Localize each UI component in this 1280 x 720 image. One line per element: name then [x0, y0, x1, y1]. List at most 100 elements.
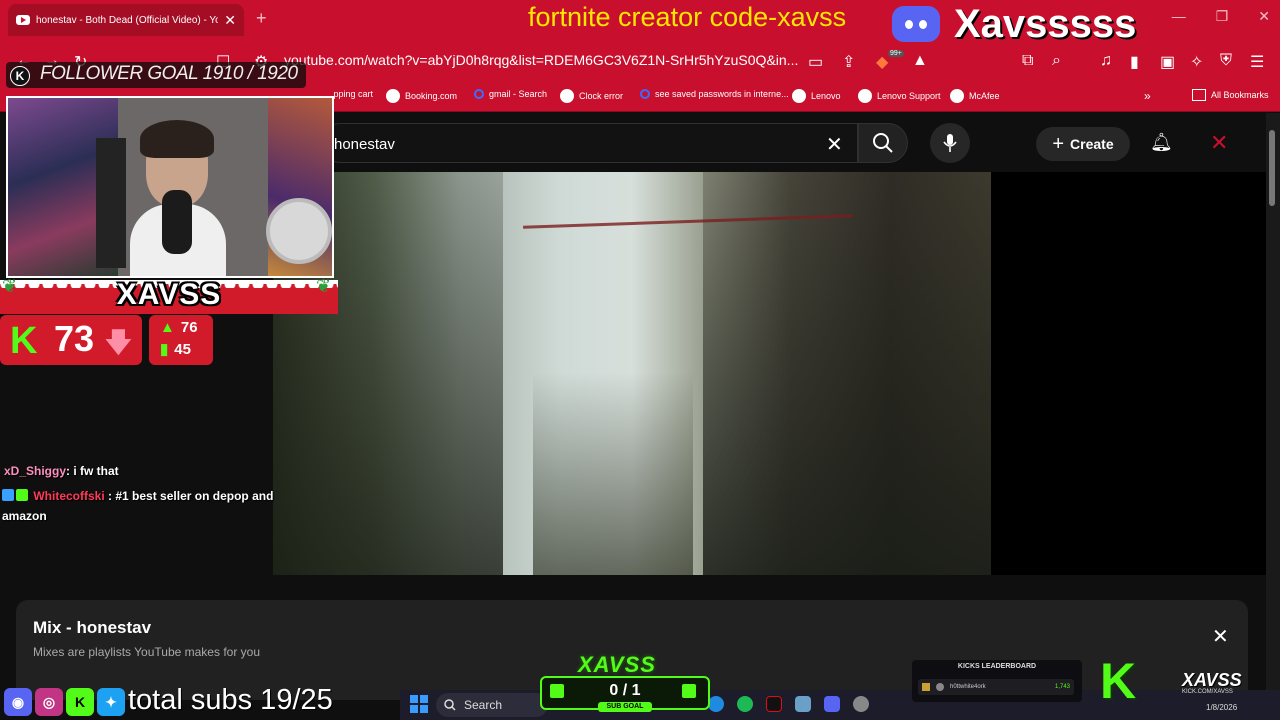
leo-ai-icon[interactable]: ✧ [1190, 52, 1203, 72]
sub-goal-label: SUB GOAL [598, 702, 652, 712]
bookmark-item[interactable]: see saved passwords in interne... [640, 89, 789, 99]
more-bookmarks-icon[interactable]: » [1144, 89, 1151, 103]
kick-channel-url: KICK.COM/XAVSS [1182, 689, 1233, 695]
taskbar-date: 1/8/2026 [1206, 703, 1238, 712]
tab-title: honestav - Both Dead (Official Video) - … [36, 14, 219, 26]
globe-icon [950, 89, 964, 103]
bookmark-item[interactable]: Lenovo Support [858, 89, 941, 103]
windows-start-icon[interactable] [410, 695, 428, 713]
follower-total-value: 45 [174, 341, 191, 358]
down-arrow-icon: 🡇 [104, 327, 133, 358]
video-frame-shade [703, 172, 991, 575]
bar-chart-icon: ▮ [160, 341, 169, 358]
microphone-icon [943, 134, 957, 152]
rewards-icon[interactable]: ▲ [912, 52, 928, 70]
folder-icon [1192, 89, 1206, 101]
sidebar-icon[interactable]: ▮ [1130, 52, 1139, 72]
bookmark-item[interactable]: Lenovo [792, 89, 841, 103]
file-explorer-icon[interactable] [795, 696, 811, 712]
globe-icon [560, 89, 574, 103]
clear-search-icon[interactable]: ✕ [826, 132, 843, 157]
microphone [162, 190, 192, 254]
search-input[interactable] [320, 123, 858, 163]
bookmark-label: Lenovo Support [877, 91, 941, 101]
browser-tab[interactable]: honestav - Both Dead (Official Video) - … [8, 4, 244, 36]
plus-icon: + [1052, 132, 1065, 155]
search-icon [474, 89, 484, 99]
create-button[interactable]: + Create [1036, 127, 1130, 161]
kick-k-icon: K [10, 320, 38, 362]
rank-icon [922, 683, 930, 691]
all-bookmarks[interactable]: All Bookmarks [1192, 89, 1269, 101]
share-icon[interactable]: ⇪ [842, 52, 855, 72]
streamer-name: XAVSS [116, 278, 222, 311]
taskbar-search-label: Search [464, 698, 503, 712]
chat-message: Whitecoffski : #1 best seller on depop a… [2, 486, 292, 526]
taskbar-search[interactable]: Search [436, 693, 548, 717]
extensions-icon[interactable]: ⧉ [1022, 52, 1033, 70]
search-button[interactable] [858, 123, 908, 163]
mix-title[interactable]: Mix - honestav [33, 618, 151, 638]
leaderboard-user: h0ttwhite4ork [950, 684, 986, 690]
vpn-icon[interactable]: ⛨ [1220, 52, 1232, 70]
player-letterbox [991, 172, 1266, 575]
leaderboard-value: 1,743 [1054, 684, 1070, 690]
kick-logo-icon: K [1100, 653, 1137, 709]
bookmark-item[interactable]: gmail - Search [474, 89, 547, 99]
globe-icon [386, 89, 400, 103]
discord-icon: ◉ [4, 688, 32, 716]
extension-badge: 99+ [888, 50, 904, 57]
chat-username: Whitecoffski [33, 489, 105, 503]
video-player[interactable] [273, 172, 991, 575]
cast-icon[interactable]: ▭ [808, 52, 823, 72]
instagram-icon: ◎ [35, 688, 63, 716]
create-label: Create [1070, 136, 1114, 152]
voice-search-button[interactable] [930, 123, 970, 163]
discord-icon [892, 6, 940, 42]
spotify-icon[interactable] [737, 696, 753, 712]
window-controls: — ❐ ✕ [1172, 8, 1270, 25]
new-tab-button[interactable]: + [256, 8, 267, 29]
avatar [936, 683, 944, 691]
search-tab-icon[interactable]: ⌕ [1052, 52, 1061, 70]
netflix-icon[interactable] [766, 696, 782, 712]
edge-icon[interactable] [708, 696, 724, 712]
follower-stat-up: ▲ 76 [160, 319, 198, 336]
kick-icon: K [66, 688, 94, 716]
chat-username: xD_Shiggy [4, 464, 67, 478]
restore-icon[interactable]: ❐ [1216, 8, 1229, 25]
globe-icon [858, 89, 872, 103]
minimize-icon[interactable]: — [1172, 8, 1186, 25]
search-icon [640, 89, 650, 99]
viewer-count: 73 [54, 318, 95, 359]
twitter-icon: ✦ [97, 688, 125, 716]
bookmark-item[interactable]: McAfee [950, 89, 1000, 103]
trend-up-icon: ▲ [160, 319, 175, 336]
menu-icon[interactable]: ☰ [1250, 52, 1264, 72]
bookmark-item[interactable]: Clock error [560, 89, 623, 103]
notifications-bell-icon[interactable]: 🔔︎ [1150, 132, 1173, 153]
follower-up-value: 76 [180, 319, 198, 336]
close-window-icon[interactable]: ✕ [1258, 8, 1270, 25]
music-icon[interactable]: ♫ [1100, 52, 1112, 70]
close-tab-icon[interactable]: ✕ [224, 12, 236, 29]
scrollbar-thumb[interactable] [1269, 130, 1275, 206]
bookmark-item[interactable]: Booking.com [386, 89, 457, 103]
youtube-favicon-icon [16, 15, 30, 25]
url-field[interactable]: youtube.com/watch?v=abYjD0h8rqg&list=RDE… [284, 52, 798, 68]
leaderboard-row: h0ttwhite4ork 1,743 [918, 679, 1074, 695]
desk-fan [266, 198, 332, 264]
total-subs-text: total subs 19/25 [128, 684, 333, 716]
sub-goal-logo: XAVSS [578, 652, 656, 677]
globe-icon [792, 89, 806, 103]
settings-icon[interactable] [853, 696, 869, 712]
wallet-icon[interactable]: ▣ [1160, 52, 1175, 72]
follower-goal-text: FOLLOWER GOAL 1910 / 1920 [40, 63, 298, 84]
leaderboard-title: KICKS LEADERBOARD [957, 663, 1037, 670]
gaming-chair [96, 138, 126, 268]
brave-shield-icon[interactable]: ◆ [876, 52, 888, 72]
sub-goal-count: 0 / 1 [609, 682, 641, 699]
avatar[interactable]: ✕ [1210, 130, 1228, 156]
discord-taskbar-icon[interactable] [824, 696, 840, 712]
close-mix-icon[interactable]: ✕ [1212, 624, 1229, 649]
